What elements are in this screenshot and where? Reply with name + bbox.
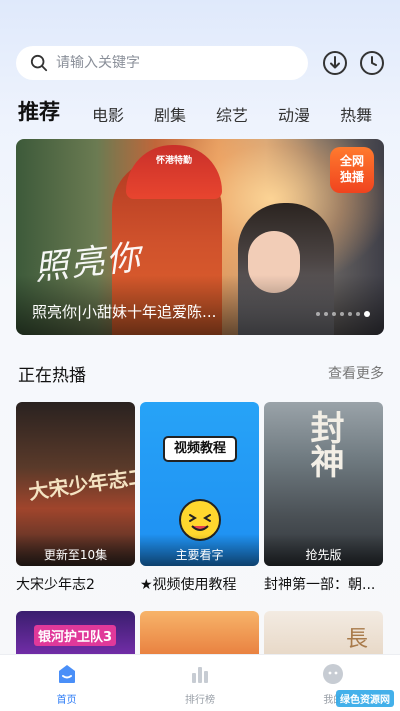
poster-label: 视频教程 [163,436,237,462]
carousel-dot[interactable] [340,312,344,316]
search-icon [30,54,48,72]
tab-dance[interactable]: 热舞 [340,102,372,122]
video-card[interactable]: 封神 抢先版 封神第一部：朝... [264,402,383,594]
download-icon[interactable] [322,50,348,76]
tabbar-label: 首页 [56,695,77,706]
search-box[interactable] [16,46,308,80]
poster-title-art: 大宋少年志二 [27,463,135,505]
carousel-dot[interactable] [324,312,328,316]
carousel-dot[interactable] [316,312,320,316]
exclusive-badge: 全网 独播 [330,147,374,193]
banner-caption: 照亮你|小甜妹十年追爱陈... [32,303,217,321]
carousel-dot-active[interactable] [364,311,370,317]
episode-badge: 主要看字 [140,534,259,566]
watermark-logo: 绿色资源网 [336,690,394,707]
carousel-dot[interactable] [332,312,336,316]
card-title: ★视频使用教程 [140,577,237,593]
tab-anime[interactable]: 动漫 [278,102,310,122]
category-tabs: 推荐 电影 剧集 综艺 动漫 热舞 [18,96,400,122]
poster-image: 封神 抢先版 [264,402,383,566]
search-input[interactable] [56,55,276,71]
poster-title-art: 長 [346,627,369,652]
carousel-dot[interactable] [356,312,360,316]
tab-recommend[interactable]: 推荐 [18,96,60,122]
section-title: 正在热播 [18,365,86,386]
poster-image: 大宋少年志二 更新至10集 [16,402,135,566]
tab-movies[interactable]: 电影 [92,102,124,122]
search-row [16,46,388,80]
section-header: 正在热播 查看更多 [18,362,384,386]
poster-image: 视频教程 主要看字 [140,402,259,566]
banner-helmet-text: 怀港特勤 [156,156,193,166]
badge-line1: 全网 [339,154,364,168]
video-card[interactable]: 大宋少年志二 更新至10集 大宋少年志2 [16,402,135,594]
ranking-icon [191,667,208,683]
tab-variety[interactable]: 综艺 [216,102,248,122]
carousel-dots [316,311,370,317]
tabbar-item-home[interactable]: 首页 [0,655,133,711]
video-card[interactable]: 视频教程 主要看字 ★视频使用教程 [140,402,259,594]
banner-carousel[interactable]: 怀港特勤 照亮你 全网 独播 照亮你|小甜妹十年追爱陈... [16,139,384,335]
card-title: 大宋少年志2 [16,577,95,593]
episode-badge: 抢先版 [264,534,383,566]
badge-line2: 独播 [339,170,364,184]
see-more-link[interactable]: 查看更多 [328,363,384,383]
home-icon [58,665,75,683]
poster-title-art: 封神 [304,410,344,478]
tabbar-item-ranking[interactable]: 排行榜 [133,655,266,711]
history-icon[interactable] [359,50,385,76]
poster-title-art: 银河护卫队3 [34,625,117,646]
tab-series[interactable]: 剧集 [154,102,186,122]
card-title: 封神第一部：朝... [264,577,376,593]
episode-badge: 更新至10集 [16,534,135,566]
carousel-dot[interactable] [348,312,352,316]
tabbar-label: 排行榜 [184,695,215,706]
profile-icon [323,664,344,684]
